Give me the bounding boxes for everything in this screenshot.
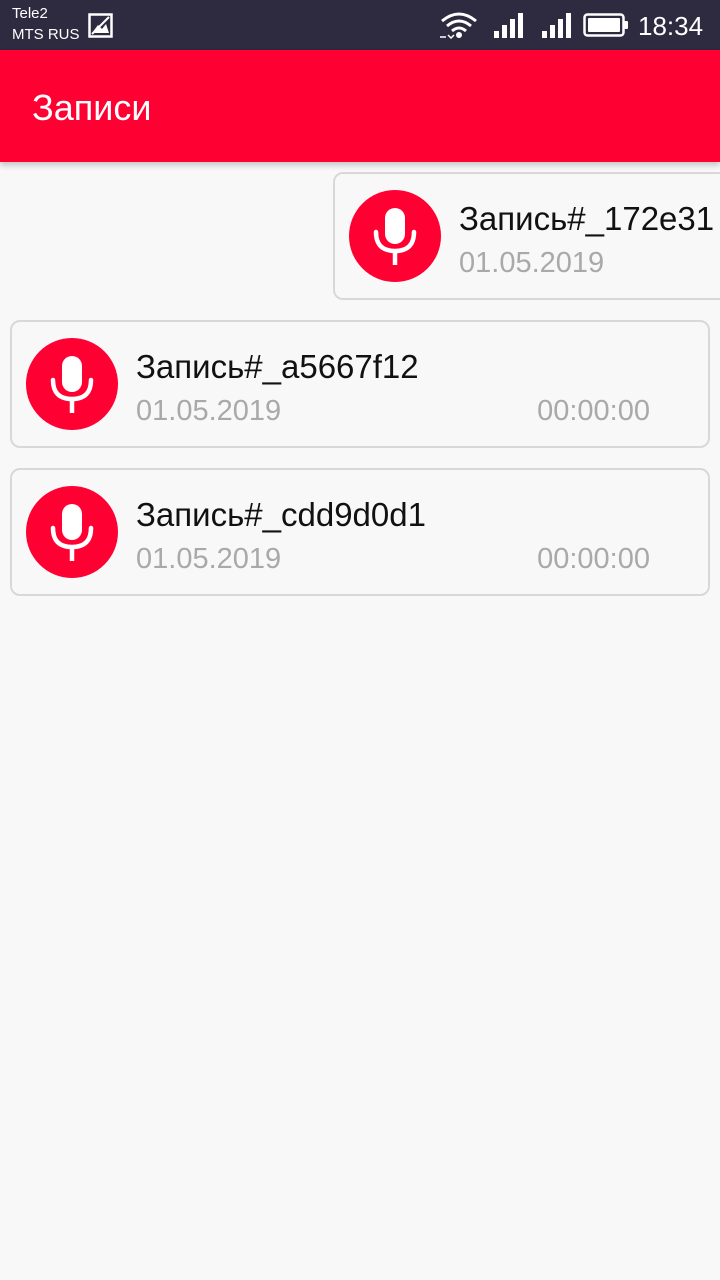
recording-date: 01.05.2019 xyxy=(459,247,605,279)
status-time: 18:34 xyxy=(638,11,704,41)
recording-name: Запись#_cdd9d0d1 xyxy=(136,496,426,533)
app-bar: Записи xyxy=(0,50,720,162)
recording-item[interactable]: Запись#_cdd9d0d1 01.05.2019 00:00:00 xyxy=(10,468,710,596)
microphone-icon xyxy=(349,190,441,282)
recording-duration: 00:00:00 xyxy=(537,395,650,427)
recording-name: Запись#_a5667f12 xyxy=(136,348,419,385)
wifi-icon xyxy=(440,12,477,39)
signal-icon xyxy=(494,13,523,38)
recording-date: 01.05.2019 xyxy=(136,543,282,575)
recording-item[interactable]: Запись#_a5667f12 01.05.2019 00:00:00 xyxy=(10,320,710,448)
battery-icon xyxy=(583,13,628,37)
page-title: Записи xyxy=(32,87,152,128)
microphone-icon xyxy=(26,338,118,430)
carrier-info: Tele2 MTS RUS xyxy=(12,3,80,45)
signal-icon xyxy=(542,13,571,38)
recording-date: 01.05.2019 xyxy=(136,395,282,427)
carrier-1: Tele2 xyxy=(12,5,48,22)
recording-duration: 00:00:00 xyxy=(537,543,650,575)
microphone-icon xyxy=(26,486,118,578)
recording-item[interactable]: Запись#_172e31 01.05.2019 xyxy=(333,172,720,300)
gallery-icon xyxy=(88,13,113,38)
recording-name: Запись#_172e31 xyxy=(459,200,715,237)
carrier-2: MTS RUS xyxy=(12,26,80,43)
status-bar: Tele2 MTS RUS 18:34 xyxy=(0,0,720,50)
